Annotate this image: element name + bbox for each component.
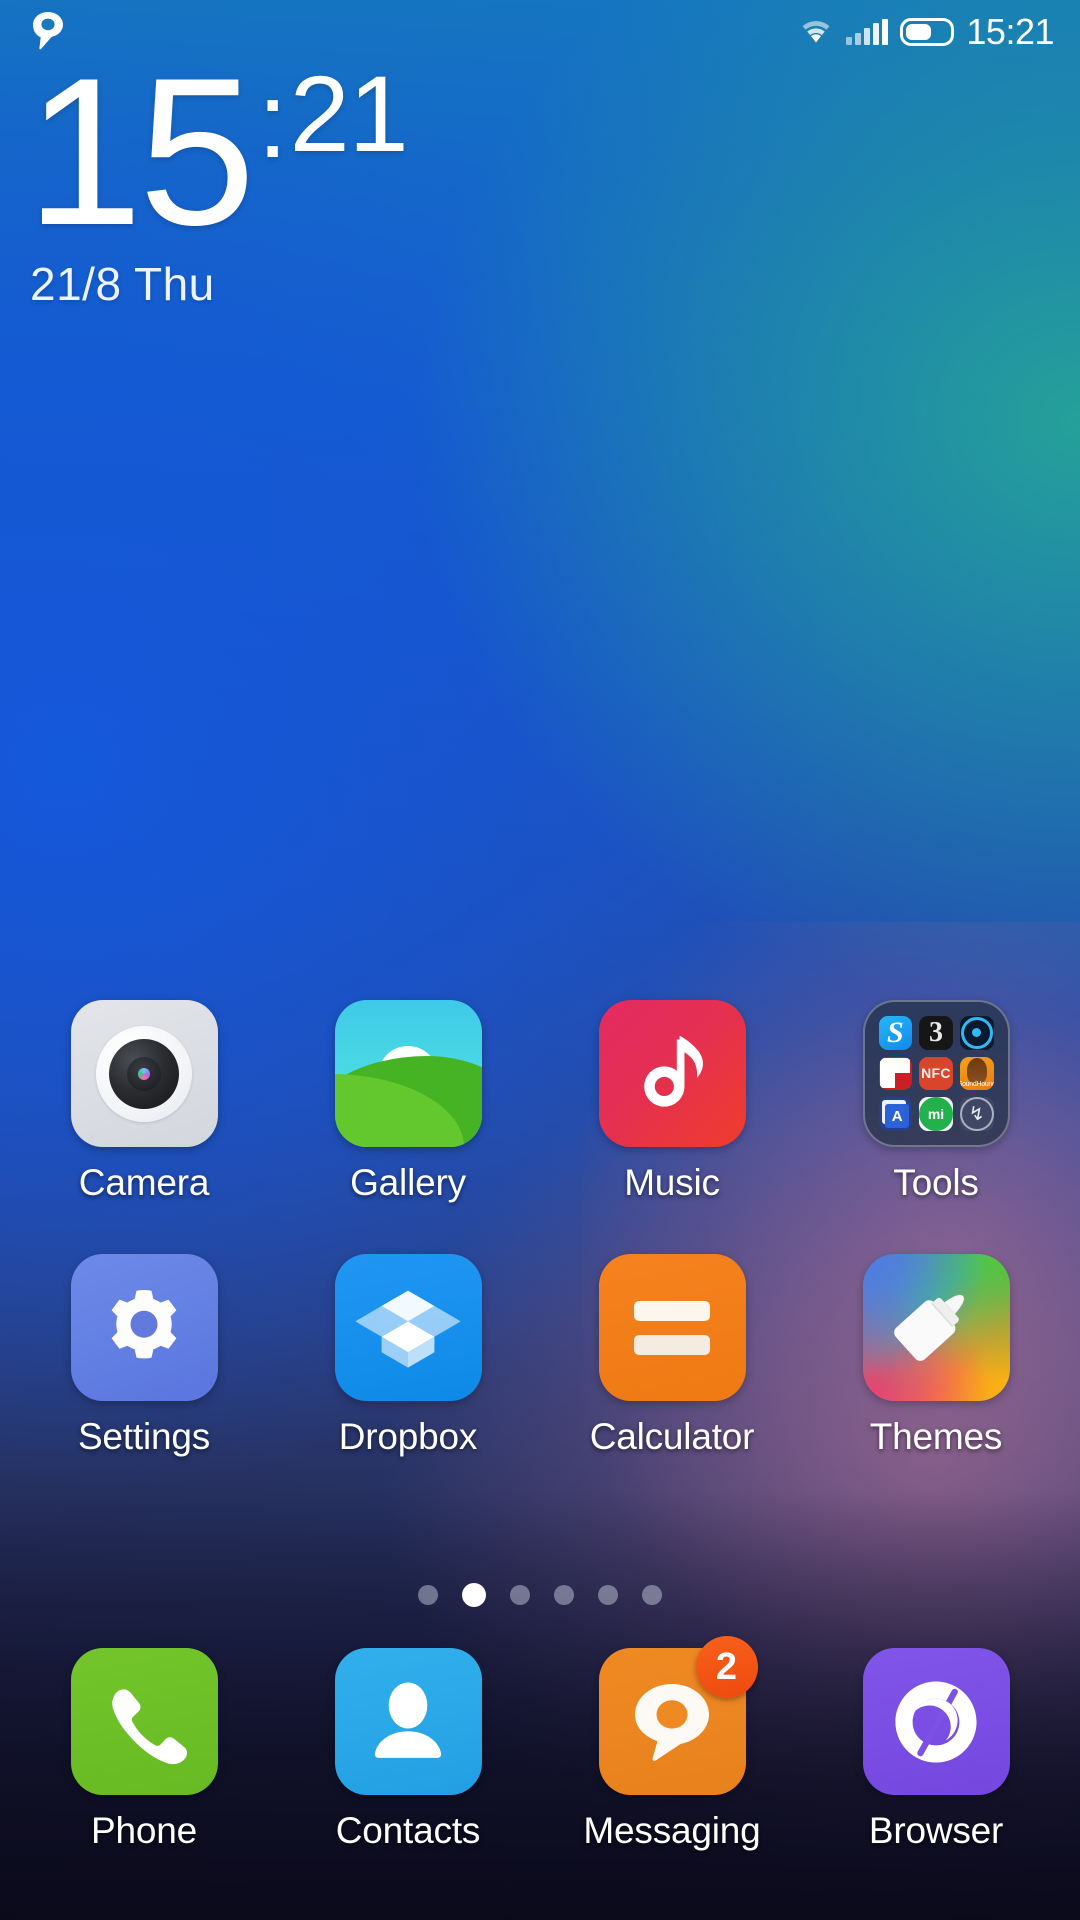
phone-handset-icon[interactable] [70, 1648, 218, 1795]
page-dot-2[interactable] [462, 1583, 486, 1607]
app-label: Themes [869, 1416, 1003, 1457]
app-settings[interactable]: Settings [54, 1254, 234, 1458]
swirl-icon[interactable] [862, 1648, 1010, 1795]
clock-widget[interactable]: 15 : 21 21/8 Thu [26, 34, 409, 311]
paintbrush-icon[interactable] [862, 1254, 1010, 1401]
status-bar-clock: 15:21 [966, 11, 1054, 52]
page-dot-6[interactable] [642, 1585, 662, 1605]
app-label: Dropbox [338, 1416, 478, 1457]
dock-item-browser[interactable]: Browser [846, 1648, 1026, 1852]
camera-icon[interactable] [70, 1000, 218, 1147]
clock-hours: 15 [26, 34, 256, 269]
dock-item-messaging[interactable]: 2 Messaging [582, 1636, 762, 1852]
signal-bars-icon [846, 19, 889, 45]
page-dot-4[interactable] [554, 1585, 574, 1605]
equals-icon[interactable] [598, 1254, 746, 1401]
clock-time: 15 : 21 [26, 34, 409, 269]
person-icon[interactable] [334, 1648, 482, 1795]
app-label: Calculator [589, 1416, 755, 1457]
app-label: Gallery [350, 1162, 466, 1203]
status-badge: 2 [695, 1636, 758, 1698]
flipboard-icon[interactable] [878, 1056, 913, 1091]
page-dot-3[interactable] [510, 1585, 530, 1605]
nfc-icon[interactable]: NFC [919, 1056, 953, 1091]
app-row-2: Settings Dropbox Calculator Themes [0, 1254, 1080, 1458]
gallery-icon[interactable] [334, 1000, 482, 1147]
app-label: Browser [868, 1810, 1004, 1851]
app-themes[interactable]: Themes [846, 1254, 1026, 1458]
app-music[interactable]: Music [582, 1000, 762, 1204]
page-indicator[interactable] [0, 1583, 1080, 1607]
wifi-icon [798, 15, 834, 50]
status-bar-right: 15:21 [798, 14, 1054, 50]
music-note-icon[interactable] [598, 1000, 746, 1147]
app-dropbox[interactable]: Dropbox [318, 1254, 498, 1458]
clock-minutes: 21 [289, 53, 409, 174]
app-label: Messaging [583, 1810, 761, 1851]
app-label: Tools [893, 1162, 979, 1203]
app-label: Camera [78, 1162, 210, 1203]
app-label: Contacts [335, 1810, 481, 1851]
app-label: Phone [91, 1810, 197, 1851]
dock: Phone Contacts 2 Messaging Browser [0, 1636, 1080, 1852]
app-camera[interactable]: Camera [54, 1000, 234, 1204]
clock-separator: : [257, 59, 288, 180]
three-app-icon[interactable]: 3 [919, 1016, 953, 1050]
app-label: Settings [77, 1416, 211, 1457]
app-calculator[interactable]: Calculator [582, 1254, 762, 1458]
app-grid: Camera Gallery Music S 3 NFC oundHoun A … [0, 1000, 1080, 1508]
compass-app-icon[interactable] [959, 1016, 994, 1050]
gear-icon[interactable] [70, 1254, 218, 1401]
dock-item-phone[interactable]: Phone [54, 1648, 234, 1852]
s-app-icon[interactable]: S [878, 1016, 913, 1050]
app-label: Music [624, 1162, 720, 1203]
mi-chat-icon[interactable]: mi [919, 1097, 953, 1131]
app-tools-folder[interactable]: S 3 NFC SoundHound 文A mi ↯ Tools [846, 1000, 1026, 1204]
soundhound-icon[interactable]: SoundHound [959, 1056, 994, 1091]
app-row-1: Camera Gallery Music S 3 NFC oundHoun A … [0, 1000, 1080, 1204]
dropbox-box-icon[interactable] [334, 1254, 482, 1401]
page-dot-5[interactable] [598, 1585, 618, 1605]
folder-icon[interactable]: S 3 NFC SoundHound 文A mi ↯ [862, 1000, 1010, 1147]
dock-item-contacts[interactable]: Contacts [318, 1648, 498, 1852]
app-gallery[interactable]: Gallery [318, 1000, 498, 1204]
battery-icon [900, 18, 955, 46]
translate-icon[interactable]: 文A [878, 1097, 913, 1131]
flash-transfer-icon[interactable]: ↯ [959, 1097, 994, 1131]
page-dot-1[interactable] [418, 1585, 438, 1605]
